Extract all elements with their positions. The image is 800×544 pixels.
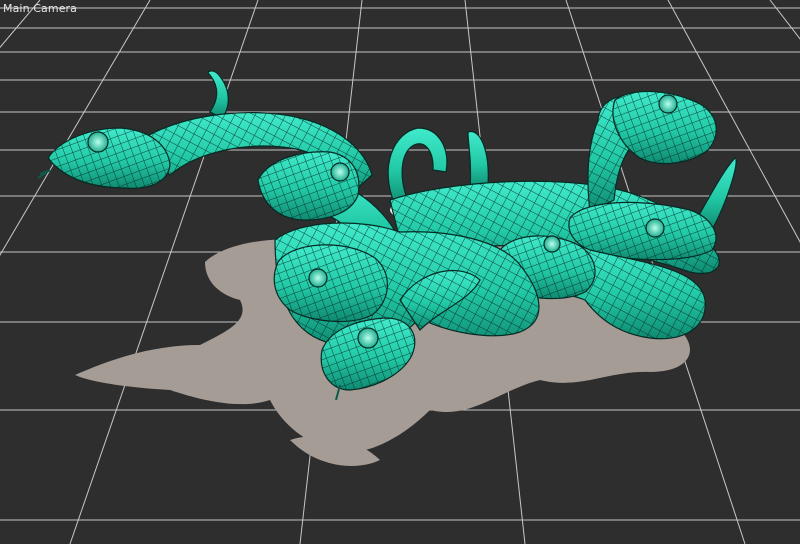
eye-icon (645, 218, 665, 238)
camera-label[interactable]: Main Camera (3, 2, 77, 15)
3d-viewport[interactable]: Main Camera (0, 0, 800, 544)
eye-icon (308, 268, 328, 288)
eye-icon (658, 94, 678, 114)
eye-icon (357, 327, 379, 349)
scene-canvas[interactable] (0, 0, 800, 544)
eye-icon (330, 162, 350, 182)
eye-icon (87, 131, 109, 153)
tail-left (207, 70, 229, 119)
tail-center-2 (467, 131, 489, 191)
eye-icon (543, 235, 561, 253)
